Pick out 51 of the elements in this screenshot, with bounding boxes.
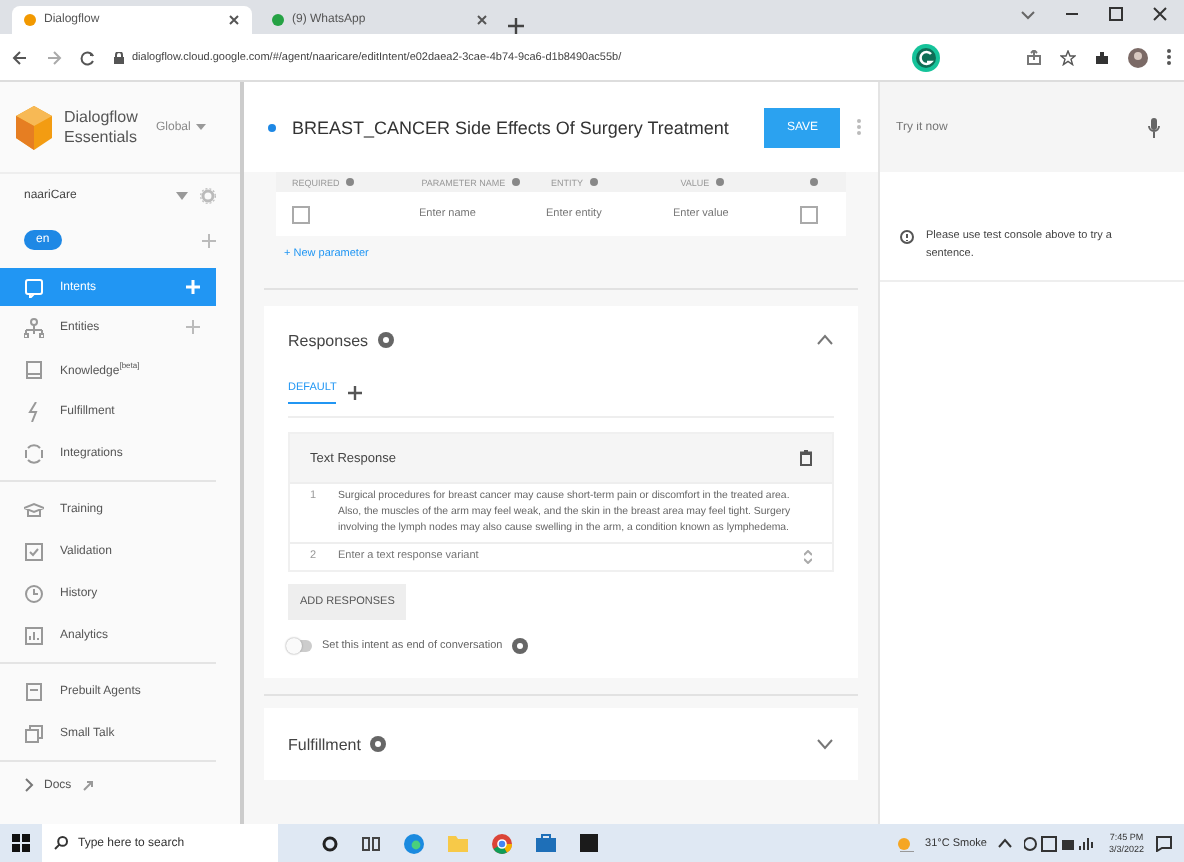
notifications-icon[interactable] bbox=[1156, 835, 1172, 851]
external-link-icon[interactable] bbox=[81, 779, 94, 791]
store-icon[interactable] bbox=[536, 834, 556, 852]
chevron-down-icon[interactable] bbox=[1020, 5, 1036, 21]
chart-icon bbox=[24, 625, 44, 645]
microphone-icon[interactable] bbox=[1148, 117, 1160, 137]
clock-icon bbox=[24, 583, 44, 603]
edge-browser-icon[interactable] bbox=[404, 833, 424, 853]
chevron-down-icon[interactable] bbox=[816, 738, 834, 751]
weather-icon bbox=[895, 835, 914, 851]
more-icon[interactable] bbox=[1166, 48, 1172, 66]
chevron-up-icon[interactable] bbox=[816, 334, 834, 346]
info-icon bbox=[900, 230, 914, 244]
share-icon[interactable] bbox=[1026, 49, 1042, 65]
caret-icon[interactable] bbox=[196, 124, 207, 130]
new-tab-icon[interactable] bbox=[508, 18, 524, 34]
chevron-right-icon[interactable] bbox=[24, 778, 34, 792]
windows-start-icon[interactable] bbox=[12, 834, 30, 852]
section-title: Fulfillment bbox=[288, 735, 361, 754]
close-icon[interactable] bbox=[476, 14, 488, 26]
close-icon[interactable] bbox=[228, 14, 240, 26]
reload-icon[interactable] bbox=[80, 49, 96, 65]
cortana-icon[interactable] bbox=[322, 835, 338, 851]
checkbox[interactable] bbox=[800, 205, 818, 223]
toggle-switch[interactable] bbox=[288, 640, 312, 653]
profile-avatar-icon[interactable] bbox=[1128, 47, 1148, 67]
task-view-icon[interactable] bbox=[362, 835, 380, 851]
logo-icon bbox=[16, 105, 52, 149]
add-icon[interactable] bbox=[348, 386, 363, 400]
site-icon bbox=[272, 14, 284, 26]
section-title: Responses bbox=[288, 331, 369, 349]
checkbox-icon bbox=[24, 541, 44, 561]
chrome-icon[interactable] bbox=[492, 833, 512, 853]
product-name: Dialogflow Essentials bbox=[64, 107, 140, 147]
back-icon[interactable] bbox=[12, 49, 28, 65]
tray-icons-drawing bbox=[1024, 835, 1097, 851]
checkbox[interactable] bbox=[292, 205, 310, 223]
maximize-icon[interactable] bbox=[1108, 5, 1124, 21]
extension-badge-icon[interactable] bbox=[912, 43, 940, 71]
close-icon[interactable] bbox=[1152, 5, 1168, 21]
hierarchy-icon bbox=[24, 317, 44, 337]
trash-icon[interactable] bbox=[800, 450, 812, 466]
status-dot-icon bbox=[268, 123, 276, 131]
graduation-cap-icon bbox=[24, 499, 44, 519]
intent-title: BREAST_CANCER Side Effects Of Surgery Treatment bbox=[292, 117, 731, 137]
chevron-up-icon[interactable] bbox=[998, 838, 1013, 848]
site-icon bbox=[24, 14, 36, 26]
star-icon[interactable] bbox=[1060, 49, 1076, 65]
lock-icon bbox=[114, 51, 124, 63]
caret-icon[interactable] bbox=[176, 192, 188, 200]
search-icon bbox=[54, 836, 68, 850]
